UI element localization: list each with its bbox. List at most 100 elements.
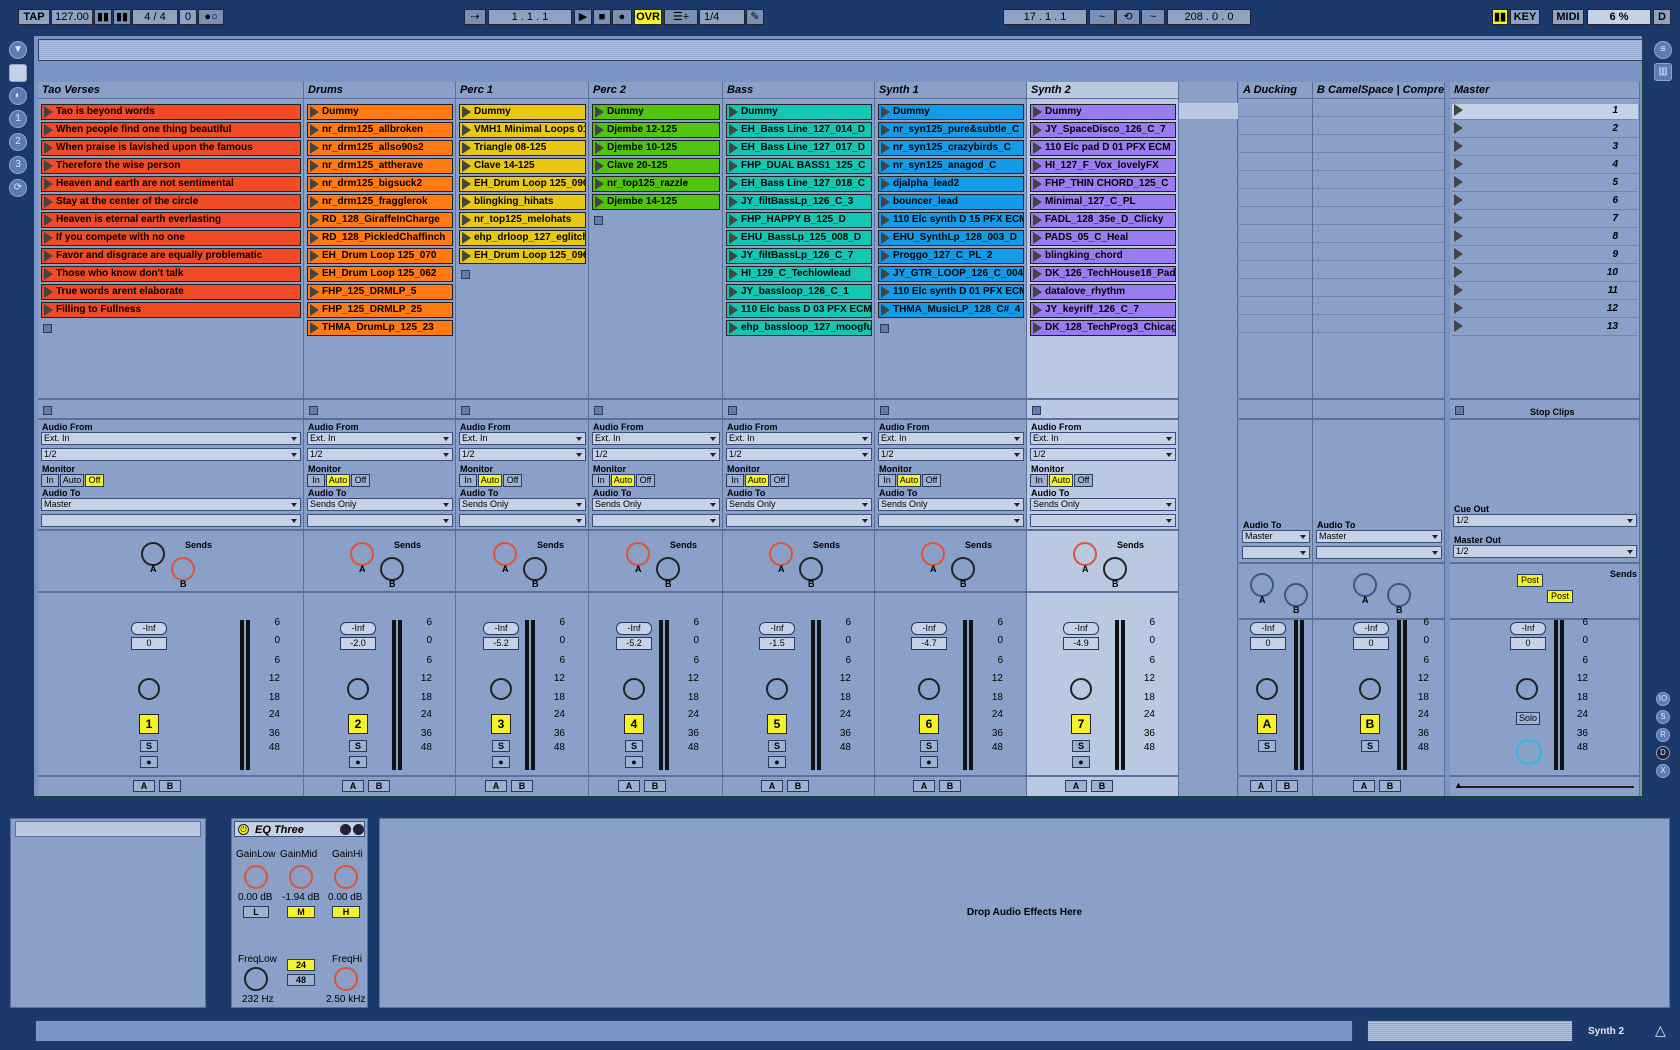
- master-title[interactable]: Master: [1450, 82, 1639, 99]
- audio-from-select[interactable]: Ext. In: [41, 432, 301, 445]
- clip-stop-button[interactable]: [43, 324, 52, 333]
- clip-play-icon[interactable]: [881, 195, 890, 208]
- crossfade-b-button[interactable]: B: [644, 780, 666, 792]
- clip-play-icon[interactable]: [729, 159, 738, 172]
- clip-slot[interactable]: Heaven is eternal earth everlasting: [41, 212, 301, 228]
- clip-play-icon[interactable]: [310, 105, 319, 118]
- scene-launch[interactable]: 5: [1452, 176, 1638, 192]
- arm-button[interactable]: ●: [625, 756, 643, 768]
- clip-slot[interactable]: If you compete with no one: [41, 230, 301, 246]
- volume-inf[interactable]: -Inf: [483, 622, 519, 635]
- scene-play-icon[interactable]: [1454, 320, 1463, 332]
- scene-play-icon[interactable]: [1454, 248, 1463, 260]
- clip-play-icon[interactable]: [310, 231, 319, 244]
- crossfade-a-button[interactable]: A: [1065, 780, 1087, 792]
- clip-slot[interactable]: Minimal_127_C_PL: [1030, 194, 1176, 210]
- clip-slot[interactable]: Therefore the wise person: [41, 158, 301, 174]
- clip-play-icon[interactable]: [881, 231, 890, 244]
- clip-slot[interactable]: Djembe 10-125: [592, 140, 720, 156]
- clip-play-icon[interactable]: [310, 123, 319, 136]
- clip-slot[interactable]: Triangle 08-125: [459, 140, 586, 156]
- clip-slot[interactable]: nr_drm125_allso90s2: [307, 140, 453, 156]
- master-post-button[interactable]: Post: [1547, 590, 1573, 603]
- clip-play-icon[interactable]: [595, 195, 604, 208]
- clip-slot[interactable]: When praise is lavished upon the famous: [41, 140, 301, 156]
- browser-toggle-icon[interactable]: ▼: [9, 41, 27, 59]
- volume-inf[interactable]: -Inf: [911, 622, 947, 635]
- tempo-field[interactable]: 127.00: [51, 9, 93, 25]
- send-b-knob[interactable]: [1103, 557, 1127, 581]
- clip-slot[interactable]: Those who know don't talk: [41, 266, 301, 282]
- crossfade-b-button[interactable]: B: [1276, 780, 1298, 792]
- solo-button[interactable]: S: [625, 740, 643, 752]
- high-kill-button[interactable]: H: [332, 906, 360, 918]
- clip-play-icon[interactable]: [462, 123, 471, 136]
- volume-field[interactable]: 0: [1353, 637, 1389, 650]
- monitor-auto-button[interactable]: Auto: [611, 474, 635, 487]
- clip-play-icon[interactable]: [44, 177, 53, 190]
- send-b-knob[interactable]: [523, 557, 547, 581]
- solo-button[interactable]: S: [140, 740, 158, 752]
- send-b-knob[interactable]: [1284, 583, 1308, 607]
- monitor-auto-button[interactable]: Auto: [478, 474, 502, 487]
- scene-launch[interactable]: 8: [1452, 230, 1638, 246]
- solo-button[interactable]: S: [1072, 740, 1090, 752]
- file-browser-3-icon[interactable]: 3: [9, 156, 27, 174]
- monitor-auto-button[interactable]: Auto: [326, 474, 350, 487]
- record-icon[interactable]: ●: [612, 9, 632, 25]
- output-channel-select[interactable]: [878, 514, 1024, 527]
- output-channel-select[interactable]: [307, 514, 453, 527]
- clip-slot[interactable]: blingking_chord: [1030, 248, 1176, 264]
- clip-play-icon[interactable]: [595, 123, 604, 136]
- returns-toggle-icon[interactable]: R: [1656, 728, 1670, 742]
- send-b-knob[interactable]: [171, 557, 195, 581]
- clip-play-icon[interactable]: [310, 321, 319, 334]
- clip-play-icon[interactable]: [729, 267, 738, 280]
- monitor-off-button[interactable]: Off: [351, 474, 370, 487]
- clip-slot[interactable]: nr_drm125_allbroken: [307, 122, 453, 138]
- clip-slot[interactable]: bouncer_lead: [878, 194, 1024, 210]
- pan-knob[interactable]: [1070, 678, 1092, 700]
- clip-slot[interactable]: nr_drm125_fragglerok: [307, 194, 453, 210]
- scene-launch[interactable]: 1: [1452, 104, 1638, 120]
- file-browser-2-icon[interactable]: 2: [9, 133, 27, 151]
- clip-slot[interactable]: EH_Bass Line_127_018_C: [726, 176, 872, 192]
- arm-button[interactable]: ●: [140, 756, 158, 768]
- clip-slot[interactable]: Djembe 14-125: [592, 194, 720, 210]
- clip-slot[interactable]: DK_126_TechHouse18_Pads: [1030, 266, 1176, 282]
- monitor-auto-button[interactable]: Auto: [897, 474, 921, 487]
- return-title[interactable]: A Ducking: [1239, 82, 1312, 99]
- clip-slot[interactable]: FHP_125_DRMLP_25: [307, 302, 453, 318]
- arm-button[interactable]: ●: [920, 756, 938, 768]
- overview-strip[interactable]: [38, 39, 1643, 61]
- send-b-knob[interactable]: [656, 557, 680, 581]
- clip-play-icon[interactable]: [729, 303, 738, 316]
- clip-play-icon[interactable]: [1033, 195, 1042, 208]
- clip-play-icon[interactable]: [44, 213, 53, 226]
- track-activator-button[interactable]: 1: [139, 714, 159, 734]
- send-a-knob[interactable]: [493, 542, 517, 566]
- clip-play-icon[interactable]: [462, 195, 471, 208]
- send-a-knob[interactable]: [1250, 573, 1274, 597]
- clip-play-icon[interactable]: [881, 123, 890, 136]
- clip-play-icon[interactable]: [1033, 249, 1042, 262]
- monitor-in-button[interactable]: In: [878, 474, 896, 487]
- master-volume-field[interactable]: 0: [1510, 637, 1546, 650]
- clip-slot[interactable]: ehp_drloop_127_eglitch: [459, 230, 586, 246]
- send-a-knob[interactable]: [626, 542, 650, 566]
- midi-map-button[interactable]: MIDI: [1552, 9, 1584, 25]
- quantize-menu-icon[interactable]: ☰+: [664, 9, 698, 25]
- low-kill-button[interactable]: L: [243, 906, 269, 918]
- clip-slot[interactable]: DK_128_TechProg3_Chicago: [1030, 320, 1176, 336]
- volume-inf[interactable]: -Inf: [131, 622, 167, 635]
- crossfade-a-button[interactable]: A: [342, 780, 364, 792]
- clip-slot[interactable]: PADS_05_C_Heal: [1030, 230, 1176, 246]
- clip-slot[interactable]: 110 Elc bass D 03 PFX ECM: [726, 302, 872, 318]
- clip-play-icon[interactable]: [881, 177, 890, 190]
- session-view-icon[interactable]: ▥: [1654, 63, 1672, 81]
- crossfade-a-button[interactable]: A: [761, 780, 783, 792]
- file-browser-1-icon[interactable]: 1: [9, 110, 27, 128]
- volume-field[interactable]: 0: [131, 637, 167, 650]
- audio-to-select[interactable]: Master: [41, 498, 301, 511]
- clip-play-icon[interactable]: [44, 231, 53, 244]
